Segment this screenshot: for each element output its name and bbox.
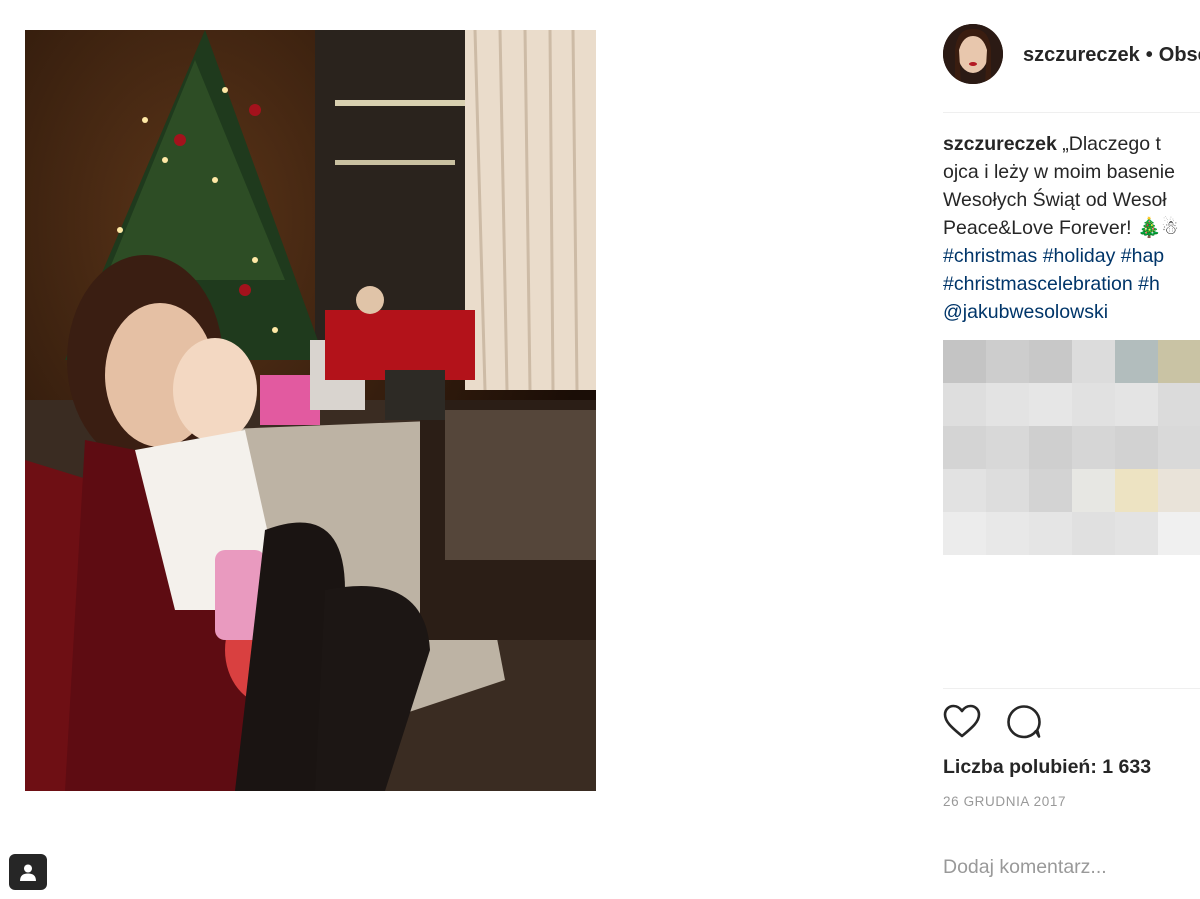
caption-line-2: ojca i leży w moim basenie	[943, 161, 1175, 183]
pixelated-cell	[943, 469, 986, 512]
caption-line-5: #christmas #holiday #hap	[943, 242, 1200, 270]
comment-button[interactable]	[1005, 703, 1043, 741]
pixelated-cell	[1115, 469, 1158, 512]
pixelated-cell	[1072, 383, 1115, 426]
header-separator: •	[1145, 44, 1153, 66]
pixelated-cell	[943, 383, 986, 426]
pixelated-cell	[1115, 383, 1158, 426]
hashtag-link[interactable]: #h	[1138, 273, 1160, 295]
pixelated-cell	[1072, 426, 1115, 469]
caption: szczureczek „Dlaczego t ojca i leży w mo…	[943, 130, 1200, 326]
post-photo-illustration	[25, 30, 596, 791]
pixelated-cell	[943, 340, 986, 383]
heart-outline-icon	[943, 704, 981, 738]
pixelated-cell	[1158, 512, 1200, 555]
hashtag-link[interactable]: #christmas	[943, 245, 1037, 267]
hashtag-link[interactable]: #hap	[1121, 245, 1164, 267]
pixelated-cell	[1158, 426, 1200, 469]
post-photo[interactable]	[25, 30, 596, 791]
pixelated-comments	[943, 340, 1200, 555]
person-tag-icon	[20, 864, 36, 881]
pixelated-cell	[1029, 383, 1072, 426]
caption-username[interactable]: szczureczek	[943, 133, 1057, 155]
pixelated-cell	[1158, 469, 1200, 512]
actions-divider	[943, 688, 1200, 689]
pixelated-cell	[986, 512, 1029, 555]
hashtag-link[interactable]: #christmascelebration	[943, 273, 1133, 295]
post-date[interactable]: 26 GRUDNIA 2017	[943, 794, 1066, 809]
pixelated-cell	[1029, 469, 1072, 512]
avatar-image	[943, 24, 1003, 84]
pixelated-cell	[1158, 383, 1200, 426]
mention-link[interactable]: @jakubwesolowski	[943, 301, 1108, 323]
comment-input[interactable]	[943, 852, 1200, 882]
follow-button[interactable]: Obserwuj	[1159, 44, 1200, 66]
caption-text-1: „Dlaczego t	[1062, 133, 1161, 155]
caption-line-6: #christmascelebration #h	[943, 270, 1200, 298]
pixelated-cell	[986, 383, 1029, 426]
pixelated-cell	[1115, 512, 1158, 555]
caption-line-4: Peace&Love Forever! 🎄☃	[943, 217, 1179, 239]
caption-line-1: szczureczek „Dlaczego t	[943, 130, 1200, 158]
caption-line-7: @jakubwesolowski	[943, 298, 1200, 326]
pixelated-cell	[1158, 340, 1200, 383]
pixelated-cell	[1029, 512, 1072, 555]
pixelated-cell	[1029, 426, 1072, 469]
hashtag-link[interactable]: #holiday	[1043, 245, 1116, 267]
likes-count[interactable]: Liczba polubień: 1 633	[943, 756, 1151, 779]
pixelated-cell	[1072, 469, 1115, 512]
pixelated-cell	[1115, 426, 1158, 469]
header-divider	[943, 112, 1200, 113]
header-username[interactable]: szczureczek	[1023, 44, 1140, 66]
pixelated-cell	[943, 426, 986, 469]
pixelated-cell	[986, 426, 1029, 469]
pixelated-cell	[1072, 512, 1115, 555]
avatar[interactable]	[943, 24, 1003, 84]
caption-line-3: Wesołych Świąt od Wesoł	[943, 189, 1167, 211]
pixelated-cell	[986, 340, 1029, 383]
tag-people-button[interactable]	[9, 854, 47, 890]
pixelated-cell	[1115, 340, 1158, 383]
header-line: szczureczek• Obserwuj	[1023, 44, 1200, 67]
like-button[interactable]	[943, 703, 981, 741]
pixelated-cell	[1029, 340, 1072, 383]
speech-bubble-icon	[1007, 705, 1041, 739]
pixelated-cell	[1072, 340, 1115, 383]
pixelated-cell	[986, 469, 1029, 512]
post-header: szczureczek• Obserwuj	[943, 24, 1200, 86]
pixelated-cell	[943, 512, 986, 555]
